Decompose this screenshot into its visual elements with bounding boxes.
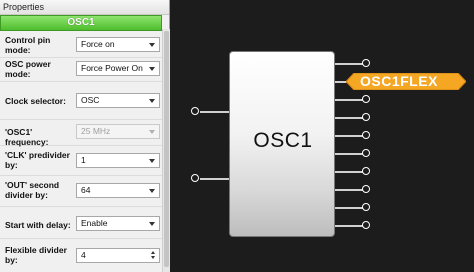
row-osc-power-mode: OSC power mode: Force Power On — [0, 57, 162, 82]
output-wire — [335, 153, 363, 155]
output-wire — [335, 171, 363, 173]
input-pin[interactable] — [191, 174, 199, 182]
output-pin[interactable] — [362, 95, 370, 103]
chevron-down-icon — [149, 99, 155, 103]
chevron-down-icon — [149, 67, 155, 71]
output-pin[interactable] — [362, 113, 370, 121]
label-clk-predivider: 'CLK' predivider by: — [5, 150, 70, 170]
osc-power-mode-value: Force Power On — [81, 63, 143, 73]
output-wire — [335, 189, 363, 191]
osc1-frequency-value: 25 MHz — [81, 126, 111, 136]
output-pin[interactable] — [362, 221, 370, 229]
output-pin[interactable] — [362, 59, 370, 67]
output-wire — [335, 99, 363, 101]
chevron-down-icon — [149, 189, 155, 193]
flexible-divider-spinner[interactable]: 4 — [76, 248, 160, 263]
start-with-delay-dropdown[interactable]: Enable — [76, 216, 160, 231]
label-control-pin-mode: Control pin mode: — [5, 35, 51, 55]
row-osc1-frequency: 'OSC1' frequency: 25 MHz — [0, 119, 162, 147]
clk-predivider-value: 1 — [81, 155, 86, 165]
clk-predivider-dropdown[interactable]: 1 — [76, 153, 160, 168]
output-wire — [335, 225, 363, 227]
input-wire — [200, 111, 229, 113]
output-pin[interactable] — [362, 185, 370, 193]
output-pin[interactable] — [362, 203, 370, 211]
block-label: OSC1 — [253, 129, 313, 152]
label-osc1-frequency: 'OSC1' frequency: — [5, 127, 49, 147]
label-osc-power-mode: OSC power mode: — [5, 59, 51, 79]
input-wire — [200, 178, 229, 180]
section-header-osc1[interactable]: OSC1 — [0, 15, 162, 31]
output-wire — [335, 207, 363, 209]
panel-title: Properties — [0, 0, 169, 15]
net-tag-label: OSC1FLEX — [360, 73, 438, 89]
output-pin[interactable] — [362, 131, 370, 139]
flexible-divider-value: 4 — [81, 250, 86, 260]
osc1-frequency-dropdown: 25 MHz — [76, 124, 160, 139]
scrollbar-thumb[interactable] — [164, 31, 169, 267]
output-wire — [335, 117, 363, 119]
control-pin-mode-dropdown[interactable]: Force on — [76, 37, 160, 52]
input-pin[interactable] — [191, 107, 199, 115]
out-second-divider-value: 64 — [81, 185, 91, 195]
osc1-component-block[interactable]: OSC1 — [229, 51, 335, 237]
panel-scrollbar[interactable] — [162, 29, 170, 272]
output-pin[interactable] — [362, 167, 370, 175]
control-pin-mode-value: Force on — [81, 39, 115, 49]
label-start-with-delay: Start with delay: — [5, 220, 71, 230]
row-clock-selector: Clock selector: OSC — [0, 81, 162, 120]
row-flexible-divider: Flexible divider by: 4 — [0, 238, 162, 272]
label-flexible-divider: Flexible divider by: — [5, 245, 67, 265]
clock-selector-value: OSC — [81, 95, 100, 105]
row-out-second-divider: 'OUT' second divider by: 64 — [0, 175, 162, 207]
output-pin[interactable] — [362, 149, 370, 157]
clock-selector-dropdown[interactable]: OSC — [76, 93, 160, 108]
label-out-second-divider: 'OUT' second divider by: — [5, 180, 60, 200]
chevron-down-icon — [149, 159, 155, 163]
label-clock-selector: Clock selector: — [5, 96, 66, 106]
output-wire — [335, 135, 363, 137]
row-control-pin-mode: Control pin mode: Force on — [0, 30, 162, 58]
out-second-divider-dropdown[interactable]: 64 — [76, 183, 160, 198]
start-with-delay-value: Enable — [81, 218, 108, 228]
row-start-with-delay: Start with delay: Enable — [0, 206, 162, 239]
chevron-down-icon — [149, 130, 155, 134]
chevron-down-icon — [149, 43, 155, 47]
net-tag-osc1flex[interactable]: OSC1FLEX — [346, 73, 466, 90]
osc-power-mode-dropdown[interactable]: Force Power On — [76, 61, 160, 76]
properties-panel: Properties OSC1 Control pin mode: Force … — [0, 0, 170, 272]
chevron-down-icon — [149, 222, 155, 226]
row-clk-predivider: 'CLK' predivider by: 1 — [0, 145, 162, 176]
spinner-down-icon[interactable] — [149, 255, 158, 261]
output-wire — [335, 63, 363, 65]
